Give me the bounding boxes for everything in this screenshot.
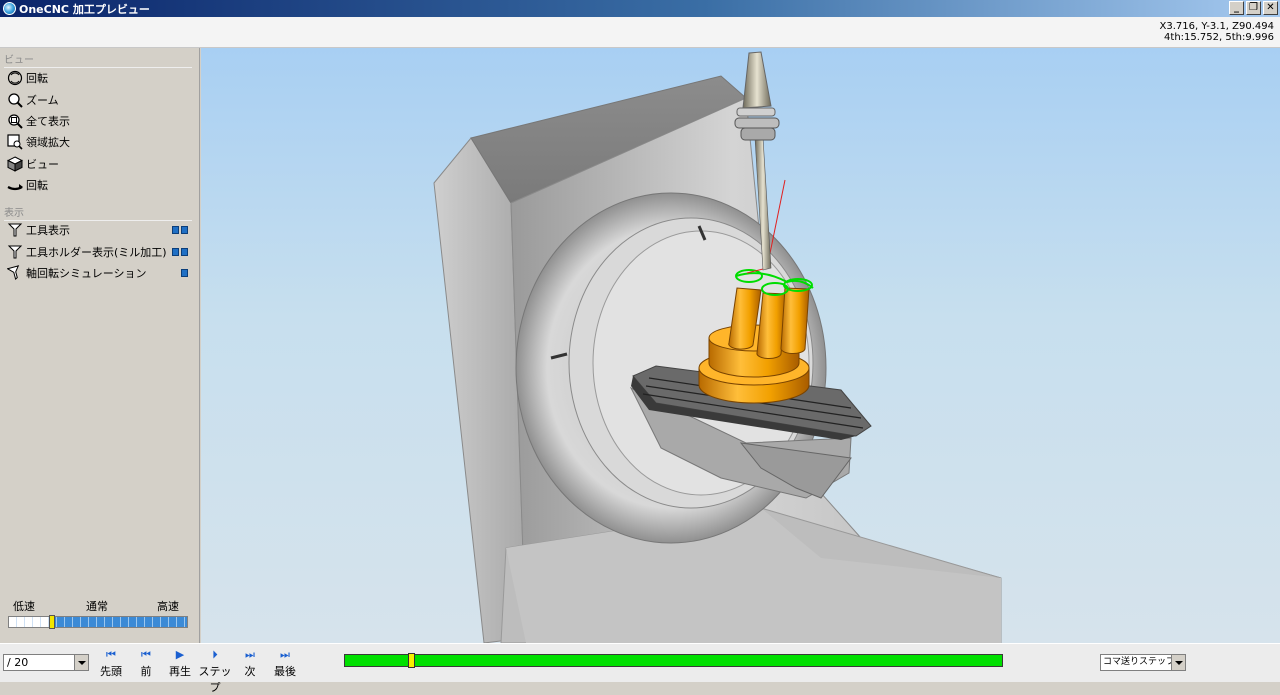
view-zoom-item[interactable]: ズーム bbox=[6, 90, 192, 110]
axis-rotation-icon bbox=[6, 265, 24, 281]
rotary-axis-coordinates: 4th:15.752, 5th:9.996 bbox=[1164, 32, 1274, 43]
tool-holder-flange bbox=[736, 107, 776, 117]
tool-holder-collar bbox=[734, 117, 780, 129]
axis-rotation-label: 軸回転シミュレーション bbox=[26, 267, 147, 280]
view-zoom-all-label: 全て表示 bbox=[26, 115, 70, 128]
first-label: 先頭 bbox=[100, 665, 122, 678]
play-button[interactable]: ▶ 再生 bbox=[167, 649, 193, 679]
chevron-down-icon[interactable] bbox=[74, 655, 88, 670]
zoom-all-icon bbox=[6, 113, 24, 129]
view-cube-item[interactable]: ビュー bbox=[6, 154, 192, 174]
speed-normal-label: 通常 bbox=[86, 600, 108, 613]
first-button[interactable]: ⏮ 先頭 bbox=[99, 649, 123, 679]
tool-icon bbox=[6, 222, 24, 238]
minimize-button[interactable]: _ bbox=[1229, 1, 1244, 15]
tool-display-label: 工具表示 bbox=[26, 224, 70, 237]
last-button[interactable]: ⏭ 最後 bbox=[272, 649, 298, 679]
previous-button[interactable]: ⏮ 前 bbox=[137, 649, 155, 679]
tool-holder-taper bbox=[742, 51, 772, 109]
step-mode-select[interactable]: コマ送りステップ数 bbox=[1100, 654, 1186, 671]
step-icon: ⏵ bbox=[212, 648, 218, 661]
speed-fast-label: 高速 bbox=[157, 600, 179, 613]
window-title: OneCNC 加工プレビュー bbox=[19, 2, 150, 16]
skip-first-icon: ⏮ bbox=[106, 648, 116, 661]
speed-slow-label: 低速 bbox=[13, 600, 35, 613]
view-zoom-all-item[interactable]: 全て表示 bbox=[6, 111, 192, 131]
rotate-icon bbox=[6, 70, 24, 86]
axis-rotation-toggle[interactable] bbox=[179, 269, 188, 277]
view-zoom-window-item[interactable]: 領域拡大 bbox=[6, 132, 192, 152]
view-zoom-label: ズーム bbox=[26, 94, 59, 107]
xyz-coordinates: X3.716, Y-3.1, Z90.494 bbox=[1159, 21, 1274, 32]
tool-holder-display-item[interactable]: 工具ホルダー表示(ミル加工) bbox=[6, 242, 192, 262]
last-label: 最後 bbox=[274, 665, 296, 678]
app-logo-icon bbox=[3, 2, 16, 15]
tool-holder-display-label: 工具ホルダー表示(ミル加工) bbox=[26, 246, 167, 259]
view-section-header: ビュー bbox=[4, 51, 192, 68]
tool-display-item[interactable]: 工具表示 bbox=[6, 220, 192, 240]
step-label: ステップ bbox=[198, 665, 232, 694]
view-rotate2-item[interactable]: 回転 bbox=[6, 175, 192, 195]
speed-slider-thumb[interactable] bbox=[48, 615, 55, 629]
machine-scene bbox=[433, 51, 1002, 643]
rotate-arrow-icon bbox=[6, 177, 24, 193]
page-select[interactable]: / 20 bbox=[3, 654, 89, 671]
zoom-icon bbox=[6, 92, 24, 108]
coordinate-bar: X3.716, Y-3.1, Z90.494 4th:15.752, 5th:9… bbox=[0, 17, 1280, 48]
display-section-header: 表示 bbox=[4, 204, 192, 221]
previous-icon: ⏮ bbox=[141, 648, 151, 661]
progress-slider-thumb[interactable] bbox=[407, 653, 415, 668]
skip-last-icon: ⏭ bbox=[280, 648, 290, 661]
window-controls: _ ❐ ✕ bbox=[1229, 1, 1278, 15]
playback-toolbar: / 20 ⏮ 先頭 ⏮ 前 ▶ 再生 ⏵ ステップ ⏭ 次 ⏭ 最後 コマ送りス… bbox=[0, 643, 1280, 694]
tool-holder-icon bbox=[6, 244, 24, 260]
view-rotate-label: 回転 bbox=[26, 72, 48, 85]
tool-holder-nut bbox=[740, 127, 776, 141]
tool-display-toggles[interactable] bbox=[170, 226, 188, 234]
previous-label: 前 bbox=[140, 665, 152, 678]
left-panel: ビュー 回転 ズーム 全て表示 領域拡大 ビュー 回転 表示 工具表示 工具ホル… bbox=[0, 48, 200, 643]
chevron-down-icon[interactable] bbox=[1171, 655, 1185, 670]
part-post-right bbox=[780, 287, 810, 354]
zoom-window-icon bbox=[6, 134, 24, 150]
speed-slider-fill bbox=[9, 617, 49, 627]
speed-slider[interactable] bbox=[8, 615, 188, 629]
play-label: 再生 bbox=[169, 665, 191, 678]
step-button[interactable]: ⏵ ステップ bbox=[197, 649, 233, 695]
next-button[interactable]: ⏭ 次 bbox=[241, 649, 259, 679]
next-icon: ⏭ bbox=[245, 648, 255, 661]
close-button[interactable]: ✕ bbox=[1263, 1, 1278, 15]
view-rotate-item[interactable]: 回転 bbox=[6, 68, 192, 88]
view-zoom-window-label: 領域拡大 bbox=[26, 136, 70, 149]
simulation-viewport[interactable] bbox=[201, 48, 1280, 643]
axis-rotation-item[interactable]: 軸回転シミュレーション bbox=[6, 263, 192, 283]
title-bar: OneCNC 加工プレビュー _ ❐ ✕ bbox=[0, 0, 1280, 17]
view-cube-label: ビュー bbox=[26, 158, 59, 171]
tool-holder-toggles[interactable] bbox=[170, 248, 188, 256]
play-icon: ▶ bbox=[175, 648, 185, 661]
page-select-value: / 20 bbox=[7, 656, 29, 669]
cube-view-icon bbox=[6, 156, 24, 172]
restore-button[interactable]: ❐ bbox=[1246, 1, 1261, 15]
progress-slider[interactable] bbox=[344, 653, 1003, 668]
view-rotate2-label: 回転 bbox=[26, 179, 48, 192]
next-label: 次 bbox=[244, 665, 256, 678]
